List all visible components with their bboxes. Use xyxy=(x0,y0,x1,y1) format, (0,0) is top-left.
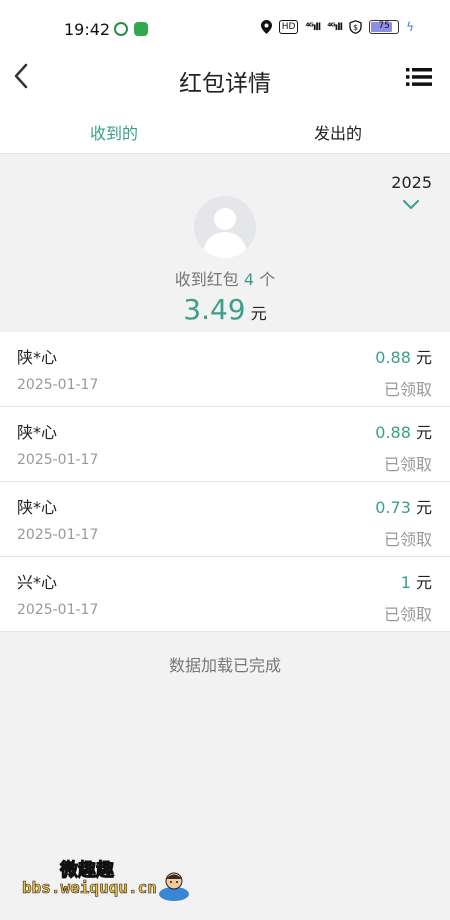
hd-icon: HD xyxy=(278,20,299,34)
signal-icon-1: ⁴ᴳıll xyxy=(305,21,321,33)
count-number: 4 xyxy=(243,270,255,289)
record-amount: 0.88 元 xyxy=(375,344,432,368)
watermark-url: bbs.weiququ.cn xyxy=(22,878,157,898)
chevron-down-icon[interactable] xyxy=(402,199,420,211)
record-amount-unit: 元 xyxy=(415,423,432,442)
record-date: 2025-01-17 xyxy=(17,377,99,393)
total-amount: 3.49 元 xyxy=(0,293,450,326)
total-amount-value: 3.49 xyxy=(183,293,246,326)
record-amount: 0.73 元 xyxy=(375,494,432,518)
sync-icon xyxy=(114,22,128,36)
record-amount-value: 0.73 xyxy=(375,498,411,517)
record-amount-unit: 元 xyxy=(415,498,432,517)
count-prefix: 收到红包 xyxy=(174,270,239,289)
tab-received[interactable]: 收到的 xyxy=(90,120,138,144)
status-time: 19:42 xyxy=(64,20,111,39)
location-icon xyxy=(260,20,272,34)
tab-bar: 收到的 发出的 xyxy=(0,106,450,154)
svg-text:$: $ xyxy=(353,23,358,32)
mascot-icon xyxy=(159,872,189,901)
record-list: 陕*心 2025-01-17 0.88 元 已领取 陕*心 2025-01-17… xyxy=(0,332,450,632)
record-status: 已领取 xyxy=(383,380,432,399)
nav-bar: 红包详情 xyxy=(0,50,450,106)
list-item[interactable]: 陕*心 2025-01-17 0.88 元 已领取 xyxy=(0,332,450,407)
summary-panel: 2025 收到红包 4 个 3.49 元 xyxy=(0,155,450,332)
battery-icon: 75 xyxy=(369,20,400,34)
record-amount-value: 0.88 xyxy=(375,423,411,442)
sender-name: 陕*心 xyxy=(17,348,58,367)
shield-dollar-icon: $ xyxy=(349,20,362,34)
record-amount-unit: 元 xyxy=(415,348,432,367)
record-amount: 0.88 元 xyxy=(375,419,432,443)
list-item[interactable]: 兴*心 2025-01-17 1 元 已领取 xyxy=(0,557,450,632)
received-count: 收到红包 4 个 xyxy=(0,266,450,290)
record-status: 已领取 xyxy=(383,455,432,474)
record-status: 已领取 xyxy=(383,605,432,624)
sender-name: 陕*心 xyxy=(17,423,58,442)
record-date: 2025-01-17 xyxy=(17,452,99,468)
tab-sent[interactable]: 发出的 xyxy=(314,120,362,144)
record-amount: 1 元 xyxy=(401,569,432,593)
record-status: 已领取 xyxy=(383,530,432,549)
record-amount-value: 0.88 xyxy=(375,348,411,367)
record-amount-value: 1 xyxy=(400,573,411,592)
charging-icon: ϟ xyxy=(406,20,414,34)
battery-level: 75 xyxy=(378,21,390,31)
watermark: 微趣趣 bbs.weiququ.cn xyxy=(20,852,200,908)
page-title: 红包详情 xyxy=(179,71,271,97)
count-suffix: 个 xyxy=(259,270,276,289)
list-menu-icon xyxy=(406,68,432,86)
status-notification-icons xyxy=(114,22,148,36)
avatar xyxy=(194,196,256,258)
record-date: 2025-01-17 xyxy=(17,602,99,618)
list-item[interactable]: 陕*心 2025-01-17 0.88 元 已领取 xyxy=(0,407,450,482)
menu-button[interactable] xyxy=(406,67,432,87)
record-date: 2025-01-17 xyxy=(17,527,99,543)
status-indicators: HD ⁴ᴳıll ⁴ᴳıll $ 75 ϟ xyxy=(260,20,414,34)
record-amount-unit: 元 xyxy=(415,573,432,592)
list-item[interactable]: 陕*心 2025-01-17 0.73 元 已领取 xyxy=(0,482,450,557)
sender-name: 兴*心 xyxy=(17,573,58,592)
year-selector[interactable]: 2025 xyxy=(391,173,432,192)
total-amount-unit: 元 xyxy=(250,304,267,323)
load-complete-text: 数据加载已完成 xyxy=(168,656,281,675)
signal-icon-2: ⁴ᴳıll xyxy=(327,21,343,33)
sender-name: 陕*心 xyxy=(17,498,58,517)
message-icon xyxy=(134,22,148,36)
